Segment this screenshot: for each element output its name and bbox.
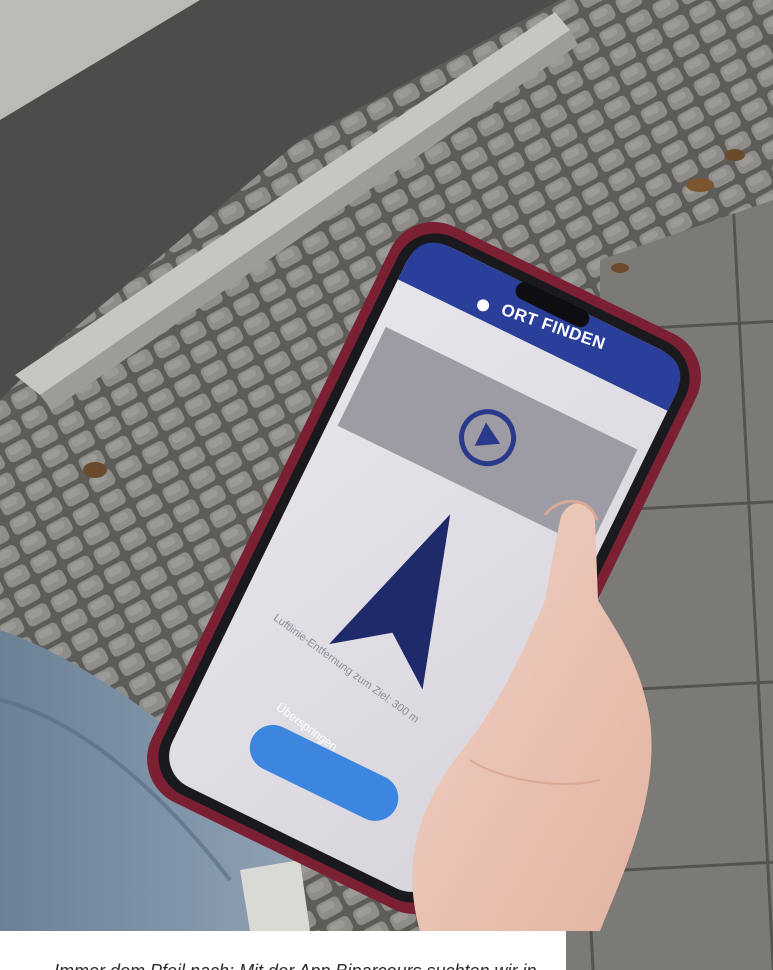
photo-scene [0, 0, 773, 970]
caption-text: Immer dem Pfeil nach: Mit der App Biparc… [54, 961, 537, 970]
caption-box: Immer dem Pfeil nach: Mit der App Biparc… [0, 931, 566, 970]
